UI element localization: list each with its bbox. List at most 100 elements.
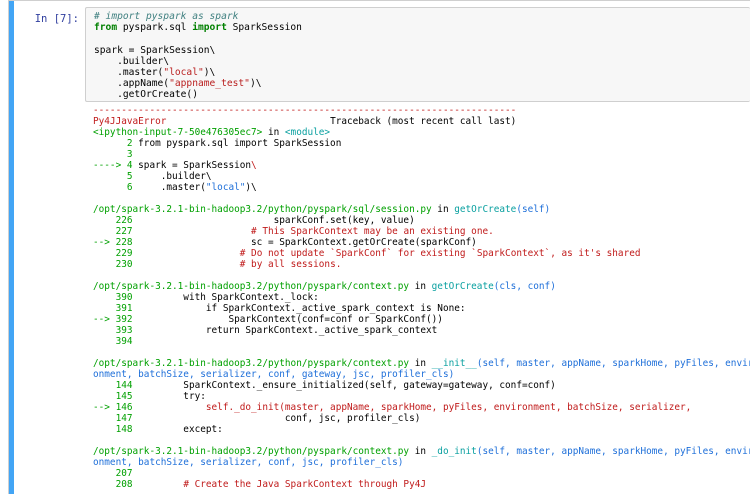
traceback-line-token: onment, batchSize, serializer, conf, jsc… xyxy=(93,457,404,468)
traceback-line-token: 393 xyxy=(93,325,139,336)
traceback-line: 3 xyxy=(93,149,750,160)
traceback-line: 148 except: xyxy=(93,424,750,435)
code-line-token: )\ xyxy=(249,78,262,90)
traceback-line-token: (cls, conf) xyxy=(493,281,556,292)
traceback-line: 5 .builder\ xyxy=(93,171,750,182)
traceback-line: ----> 4 spark = SparkSession\ xyxy=(93,160,750,171)
traceback-line: /opt/spark-3.2.1-bin-hadoop3.2/python/py… xyxy=(93,446,750,457)
traceback-line: /opt/spark-3.2.1-bin-hadoop3.2/python/py… xyxy=(93,204,750,215)
traceback-line xyxy=(93,270,750,281)
traceback-line: <ipython-input-7-50e476305ec7> in <modul… xyxy=(93,127,750,138)
traceback-line: --> 392 SparkContext(conf=conf or SparkC… xyxy=(93,314,750,325)
traceback-line-token: )\ xyxy=(245,182,257,193)
traceback-line-token: 208 xyxy=(93,479,139,490)
traceback-line-token: .builder\ xyxy=(138,171,212,182)
traceback-line-token: spark = SparkSession xyxy=(138,160,252,171)
traceback-line-token: 6 xyxy=(93,182,139,193)
traceback-line-token: /opt/spark-3.2.1-bin-hadoop3.2/python/py… xyxy=(93,358,410,369)
traceback-line-token: 390 xyxy=(93,292,139,303)
code-line: from pyspark.sql import SparkSession xyxy=(94,22,742,33)
traceback-line-token: --> 228 xyxy=(93,237,139,248)
input-prompt: In [7]: xyxy=(34,13,79,25)
code-line-token: .getOrCreate() xyxy=(94,89,198,101)
traceback-line: /opt/spark-3.2.1-bin-hadoop3.2/python/py… xyxy=(93,358,750,369)
traceback-line-token: 148 xyxy=(93,424,139,435)
traceback-line-token: <module> xyxy=(284,127,331,138)
traceback-line: 6 .master("local")\ xyxy=(93,182,750,193)
traceback-output: ----------------------------------------… xyxy=(93,105,750,490)
code-line-token: SparkSession xyxy=(226,22,302,34)
traceback-line-token: (self, master, appName, sparkHome, pyFil… xyxy=(476,446,750,457)
traceback-line-token: Py4JJavaError xyxy=(93,116,331,127)
code-line: .builder\ xyxy=(94,56,742,67)
traceback-line-token: in xyxy=(409,358,432,369)
traceback-line-token: return SparkContext._active_spark_contex… xyxy=(138,325,438,336)
code-line: .appName("appname_test")\ xyxy=(94,78,742,89)
code-line-token: .master( xyxy=(94,66,164,78)
traceback-line-token: 227 xyxy=(93,226,139,237)
traceback-line-token: 230 xyxy=(93,259,139,270)
traceback-line-token: 145 xyxy=(93,391,139,402)
traceback-line-token: 2 xyxy=(93,138,139,149)
code-line: .getOrCreate() xyxy=(94,89,742,100)
traceback-line: --> 146 self._do_init(master, appName, s… xyxy=(93,402,750,413)
traceback-line-token: ----> 4 xyxy=(93,160,139,171)
traceback-line: 145 try: xyxy=(93,391,750,402)
code-line: # import pyspark as spark xyxy=(94,11,742,22)
traceback-line: Py4JJavaError Traceback (most recent cal… xyxy=(93,116,750,127)
traceback-line xyxy=(93,435,750,446)
cell-selection-bar xyxy=(9,1,14,494)
traceback-line-token: 394 xyxy=(93,336,139,347)
traceback-line xyxy=(93,347,750,358)
code-editor[interactable]: # import pyspark as spark from pyspark.sq… xyxy=(85,7,750,102)
code-line: .master("local")\ xyxy=(94,67,742,78)
traceback-line-token: .master( xyxy=(138,182,206,193)
traceback-line: --> 228 sc = SparkContext.getOrCreate(sp… xyxy=(93,237,750,248)
traceback-line-token: 226 xyxy=(93,215,139,226)
traceback-line: 394 xyxy=(93,336,750,347)
code-line-token: # import pyspark as spark xyxy=(94,11,239,22)
traceback-line-token: ----------------------------------------… xyxy=(93,105,517,116)
traceback-line: /opt/spark-3.2.1-bin-hadoop3.2/python/py… xyxy=(93,281,750,292)
traceback-line-token: SparkContext._ensure_initialized(self, g… xyxy=(138,380,556,391)
traceback-line: 207 xyxy=(93,468,750,479)
traceback-line-token: with SparkContext._lock: xyxy=(138,292,319,303)
traceback-line: 227 # This SparkContext may be an existi… xyxy=(93,226,750,237)
traceback-line: 147 conf, jsc, profiler_cls) xyxy=(93,413,750,424)
traceback-line-token: __init__ xyxy=(431,358,477,369)
code-line-token: .appName( xyxy=(94,78,170,90)
code-line-token: )\ xyxy=(203,66,216,78)
traceback-line: 390 with SparkContext._lock: xyxy=(93,292,750,303)
traceback-line: 2 from pyspark.sql import SparkSession xyxy=(93,138,750,149)
code-line-token: import xyxy=(192,22,227,34)
traceback-line-token: (self, master, appName, sparkHome, pyFil… xyxy=(476,358,750,369)
traceback-line: onment, batchSize, serializer, conf, gat… xyxy=(93,369,750,380)
traceback-line-token: self._do_init(master, appName, sparkHome… xyxy=(138,402,692,413)
code-line-token: from xyxy=(94,22,118,34)
traceback-line-token: # Do not update `SparkConf` for existing… xyxy=(239,248,641,259)
code-line-token: pyspark.sql xyxy=(117,22,193,34)
traceback-line-token: Traceback (most recent call last) xyxy=(330,116,517,127)
code-line: spark = SparkSession\ xyxy=(94,45,742,56)
traceback-line: ----------------------------------------… xyxy=(93,105,750,116)
traceback-line-token: if SparkContext._active_spark_context is… xyxy=(138,303,466,314)
traceback-line-token: --> 392 xyxy=(93,314,139,325)
traceback-line-token: SparkContext(conf=conf or SparkConf()) xyxy=(138,314,443,325)
traceback-line-token: --> 146 xyxy=(93,402,139,413)
traceback-line-token: 391 xyxy=(93,303,139,314)
traceback-line-token xyxy=(138,248,240,259)
traceback-line-token: 207 xyxy=(93,468,139,479)
traceback-line: 391 if SparkContext._active_spark_contex… xyxy=(93,303,750,314)
traceback-line-token: sc = SparkContext.getOrCreate(sparkConf) xyxy=(138,237,477,248)
traceback-line-token xyxy=(138,479,183,490)
code-lines[interactable]: # import pyspark as spark from pyspark.sq… xyxy=(86,8,750,101)
traceback-line-token: sparkConf.set(key, value) xyxy=(138,215,415,226)
notebook-code-cell[interactable]: In [7]: # import pyspark as spark from py… xyxy=(8,0,750,494)
code-line-token: .builder\ xyxy=(94,55,170,67)
traceback-line-token: in xyxy=(409,446,432,457)
traceback-line-token: 147 xyxy=(93,413,139,424)
traceback-line-token: (self) xyxy=(516,204,551,215)
traceback-line-token: getOrCreate xyxy=(431,281,494,292)
code-line-token: "local" xyxy=(163,66,204,78)
